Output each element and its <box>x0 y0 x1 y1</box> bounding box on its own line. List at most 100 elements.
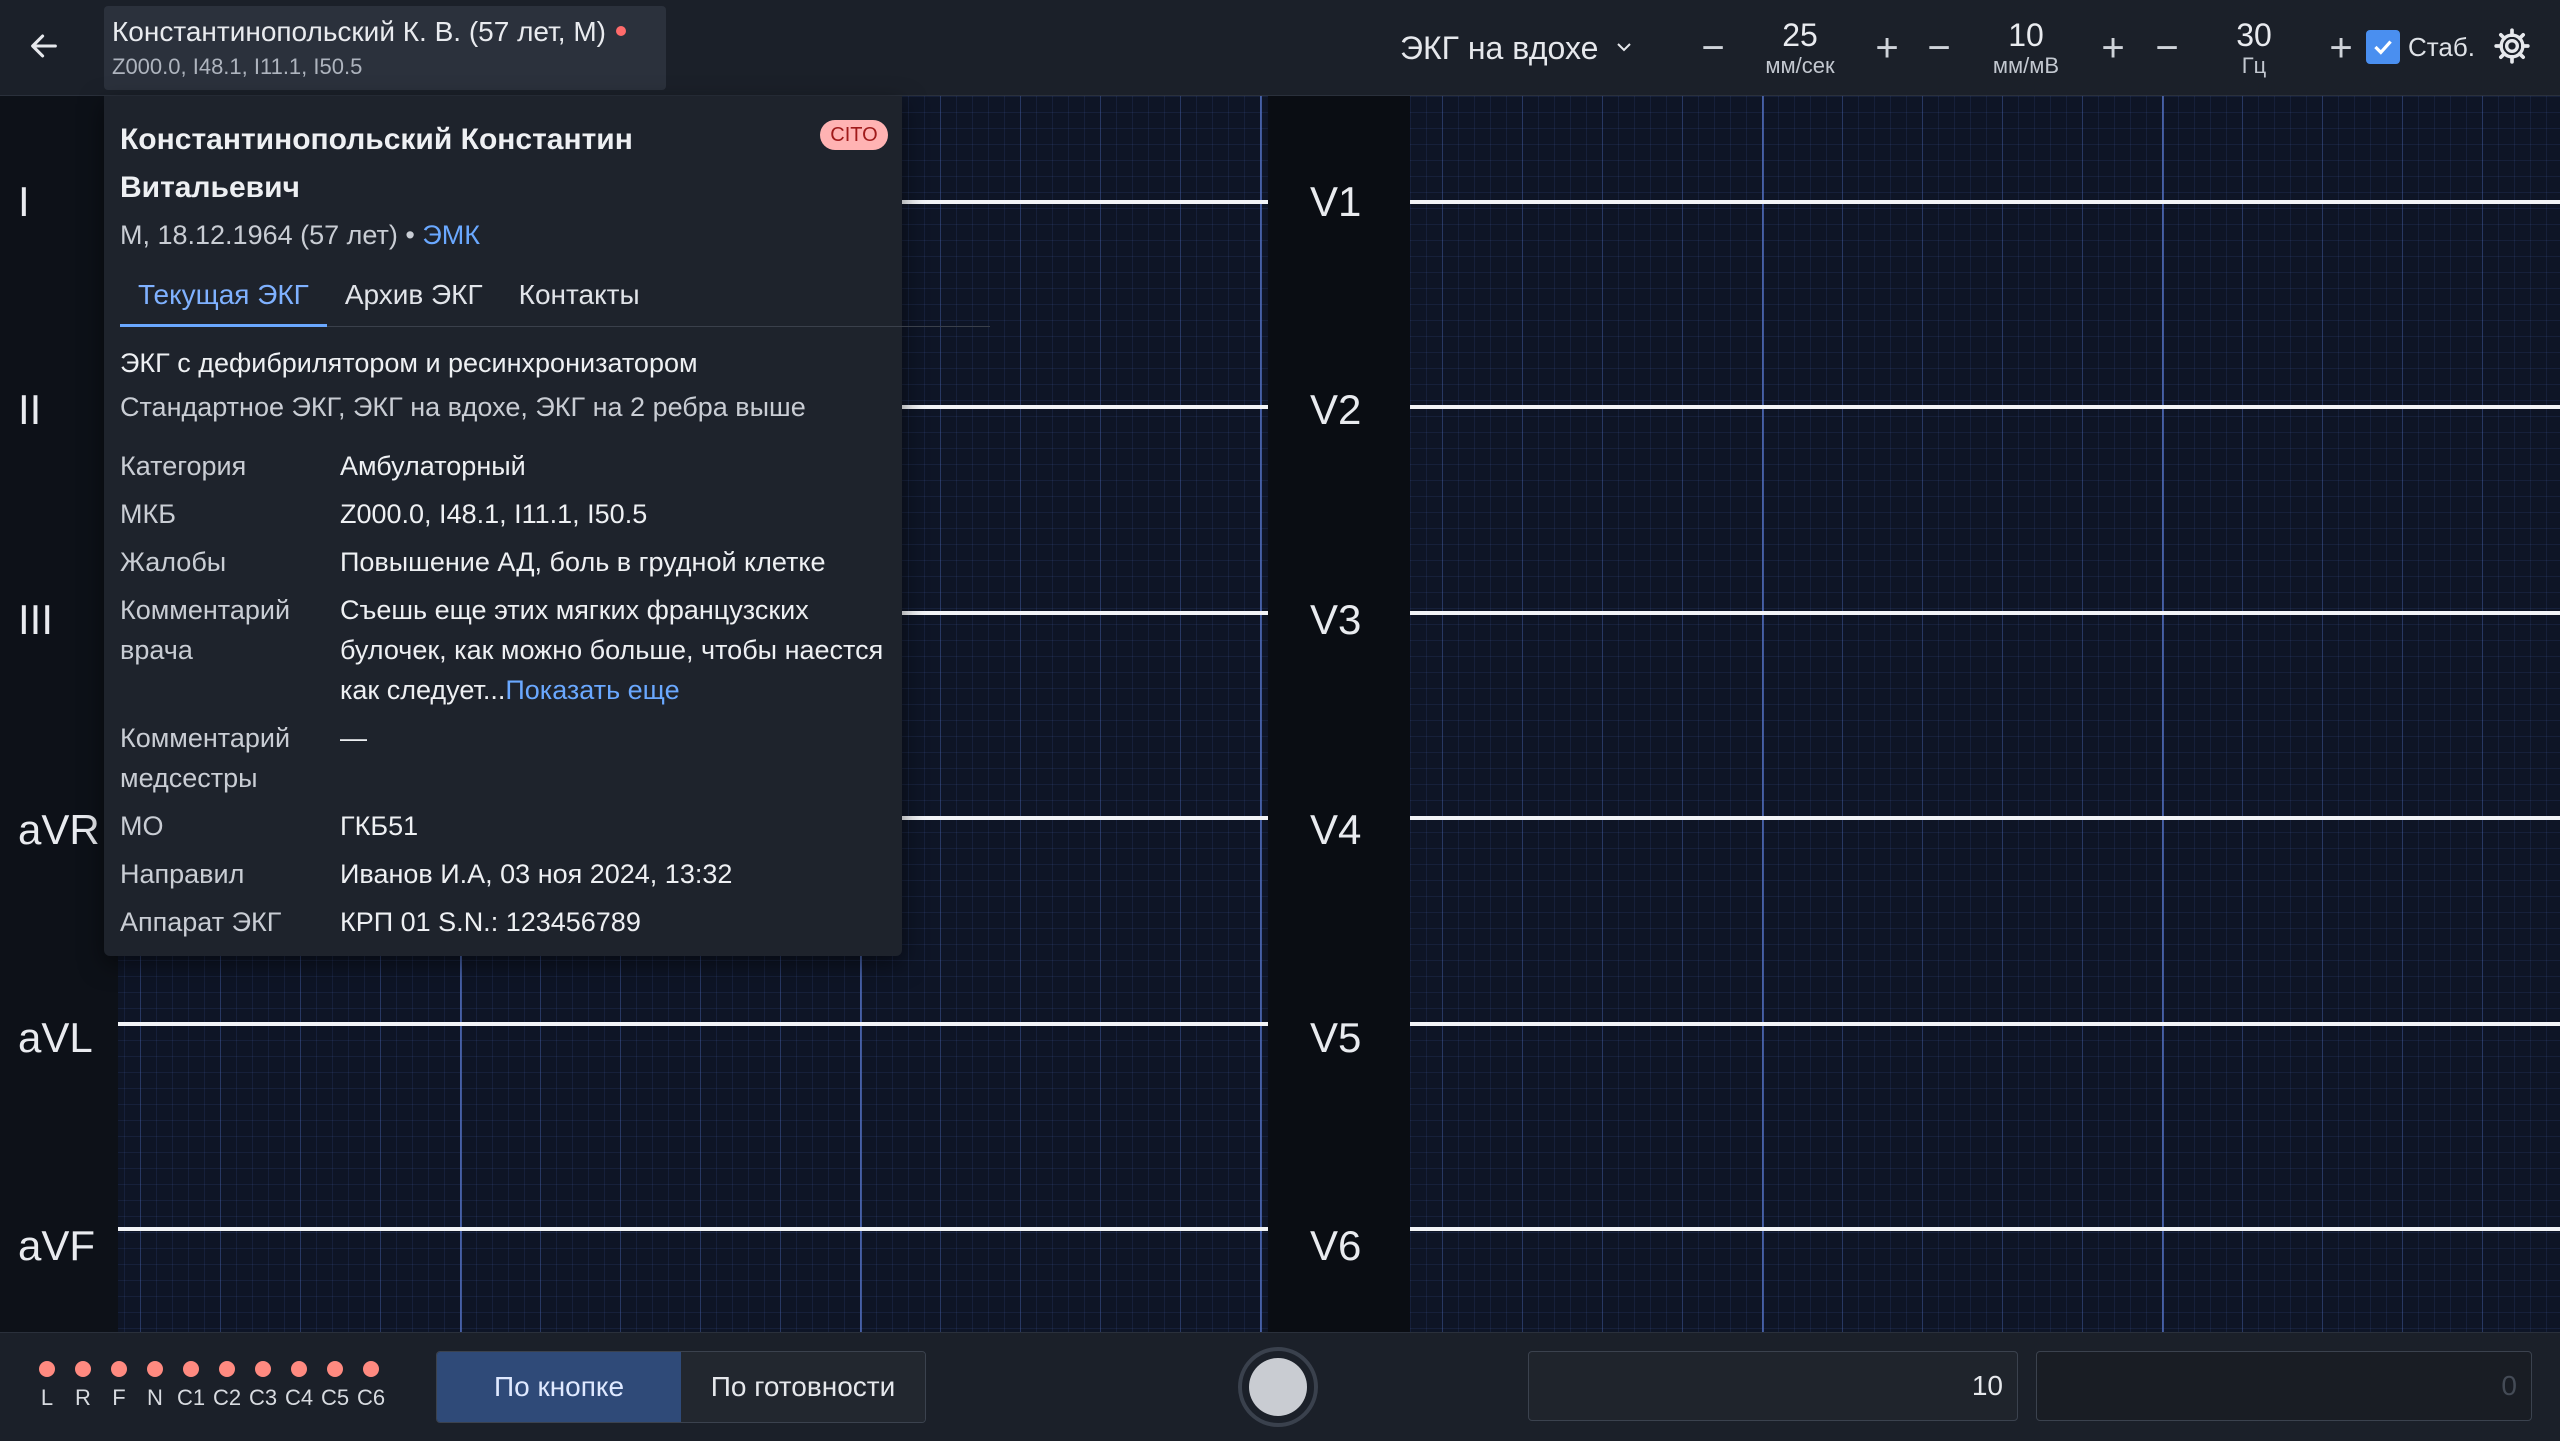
duration-input[interactable]: 10 <box>1528 1351 2018 1421</box>
record-button[interactable] <box>1238 1347 1318 1427</box>
tab-ecg-archive[interactable]: Архив ЭКГ <box>327 272 501 324</box>
lead-label-v2: V2 <box>1310 386 1362 433</box>
field-value-complaints: Повышение АД, боль в грудной клетке <box>340 547 826 577</box>
stab-checkbox[interactable]: Стаб. <box>2366 30 2475 64</box>
electrode-dot-icon <box>327 1361 343 1377</box>
ecg-grid-right <box>1410 96 2560 1332</box>
field-value-referrer: Иванов И.А, 03 ноя 2024, 13:32 <box>340 859 733 889</box>
electrode-dot-icon <box>111 1361 127 1377</box>
arrow-left-icon <box>27 29 61 68</box>
electrode-c5: C5 <box>320 1361 350 1411</box>
left-lead-labels <box>0 96 118 1332</box>
electrode-label: C2 <box>212 1385 242 1410</box>
electrode-dot-icon <box>147 1361 163 1377</box>
speed-unit: мм/сек <box>1765 53 1835 78</box>
lead-label-v5: V5 <box>1310 1014 1362 1061</box>
record-circle-icon <box>1249 1358 1307 1416</box>
top-bar: Константинопольский К. В. (57 лет, М) Z0… <box>0 0 2560 96</box>
amplitude-decrease-button[interactable]: − <box>1912 21 1966 75</box>
lead-label-i: I <box>18 178 30 225</box>
electrode-c3: C3 <box>248 1361 278 1411</box>
filter-decrease-button[interactable]: − <box>2140 21 2194 75</box>
trace-v1 <box>1410 200 2560 204</box>
electrode-f: F <box>104 1361 134 1411</box>
field-value-icd: Z000.0, I48.1, I11.1, I50.5 <box>340 499 648 529</box>
electrode-dot-icon <box>75 1361 91 1377</box>
mode-dropdown[interactable]: ЭКГ на вдохе <box>1400 26 1636 70</box>
filter-value: 30 <box>2236 17 2272 53</box>
ecg-type-list: Стандартное ЭКГ, ЭКГ на вдохе, ЭКГ на 2 … <box>120 392 806 422</box>
checkmark-icon <box>2366 30 2400 64</box>
patient-info-popover: Константинопольский Константин Витальеви… <box>104 96 990 956</box>
patient-chip[interactable]: Константинопольский К. В. (57 лет, М) Z0… <box>104 6 666 90</box>
trace-v6 <box>1410 1227 2560 1231</box>
electrode-r: R <box>68 1361 98 1411</box>
electrode-label: N <box>147 1385 163 1410</box>
speed-value: 25 <box>1782 17 1818 53</box>
trace-avf <box>118 1227 1268 1231</box>
electrode-label: R <box>75 1385 91 1410</box>
electrode-label: C3 <box>248 1385 278 1410</box>
filter-stepper: − 30 Гц + <box>2140 14 2368 82</box>
speed-decrease-button[interactable]: − <box>1686 21 1740 75</box>
electrode-label: C4 <box>284 1385 314 1410</box>
right-lead-labels <box>1268 96 1410 1332</box>
electrode-status: L R F N C1 C2 C3 C4 C5 C6 <box>32 1361 386 1411</box>
field-key-icd: МКБ <box>120 499 176 529</box>
field-value-nurse-comment: — <box>340 723 367 753</box>
field-value-device: КРП 01 S.N.: 123456789 <box>340 907 641 937</box>
filter-increase-button[interactable]: + <box>2314 21 2368 75</box>
settings-button[interactable] <box>2488 24 2536 72</box>
field-key-nurse-comment: Комментарий медсестры <box>120 723 291 793</box>
gear-icon <box>2492 26 2532 71</box>
electrode-dot-icon <box>183 1361 199 1377</box>
secondary-input[interactable]: 0 <box>2036 1351 2532 1421</box>
lead-label-v4: V4 <box>1310 806 1362 853</box>
electrode-label: C5 <box>320 1385 350 1410</box>
show-more-link[interactable]: Показать еще <box>505 675 679 705</box>
field-key-category: Категория <box>120 451 247 481</box>
electrode-label: F <box>112 1385 126 1410</box>
lead-label-avf: aVF <box>18 1222 96 1269</box>
mode-by-ready[interactable]: По готовности <box>681 1352 925 1422</box>
lead-label-avl: aVL <box>18 1014 93 1061</box>
trace-v5 <box>1410 1022 2560 1026</box>
back-button[interactable] <box>18 22 70 74</box>
electrode-dot-icon <box>219 1361 235 1377</box>
electrode-label: L <box>40 1385 54 1410</box>
speed-increase-button[interactable]: + <box>1860 21 1914 75</box>
mode-by-button[interactable]: По кнопке <box>437 1352 681 1422</box>
popover-tabs: Текущая ЭКГ Архив ЭКГ Контакты <box>120 272 990 327</box>
field-key-referrer: Направил <box>120 859 245 889</box>
electrode-label: C1 <box>176 1385 206 1410</box>
trace-v4 <box>1410 816 2560 820</box>
tab-current-ecg[interactable]: Текущая ЭКГ <box>120 272 327 327</box>
record-mode-toggle: По кнопке По готовности <box>436 1351 926 1423</box>
patient-short-name: Константинопольский К. В. (57 лет, М) <box>112 16 607 47</box>
field-key-complaints: Жалобы <box>120 547 227 577</box>
patient-demographics: М, 18.12.1964 (57 лет) • ЭМК <box>120 220 480 251</box>
field-key-device: Аппарат ЭКГ <box>120 907 282 937</box>
speed-stepper: − 25 мм/сек + <box>1686 14 1914 82</box>
stab-label: Стаб. <box>2408 31 2475 62</box>
bottom-bar: L R F N C1 C2 C3 C4 C5 C6 По кнопке По г… <box>0 1332 2560 1441</box>
lead-label-v6: V6 <box>1310 1222 1362 1269</box>
field-value-category: Амбулаторный <box>340 451 526 481</box>
patient-full-name: Константинопольский Константин Витальеви… <box>120 123 633 204</box>
field-value-mo: ГКБ51 <box>340 811 419 841</box>
lead-label-ii: II <box>18 386 42 433</box>
chevron-down-icon <box>1612 30 1636 67</box>
amplitude-increase-button[interactable]: + <box>2086 21 2140 75</box>
electrode-c4: C4 <box>284 1361 314 1411</box>
lead-label-iii: III <box>18 596 54 643</box>
lead-label-v1: V1 <box>1310 178 1362 225</box>
emk-link[interactable]: ЭМК <box>422 220 480 250</box>
field-key-doctor-comment: Комментарий врача <box>120 595 291 665</box>
electrode-dot-icon <box>363 1361 379 1377</box>
electrode-l: L <box>32 1361 62 1411</box>
lead-label-v3: V3 <box>1310 596 1362 643</box>
lead-label-avr: aVR <box>18 806 100 853</box>
electrode-n: N <box>140 1361 170 1411</box>
filter-unit: Гц <box>2241 53 2267 78</box>
tab-contacts[interactable]: Контакты <box>501 272 658 324</box>
